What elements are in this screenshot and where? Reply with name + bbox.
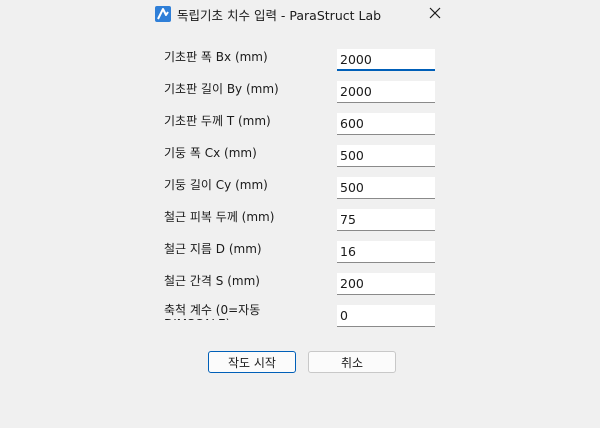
field-label: 기초판 길이 By (mm) (164, 82, 279, 96)
app-logo-icon (155, 6, 171, 22)
field-row-diameter: 철근 지름 D (mm) (145, 241, 451, 265)
field-row-t: 기초판 두께 T (mm) (145, 113, 451, 137)
field-row-scale: 축척 계수 (0=자동 DIMSCALE) (145, 303, 451, 329)
bx-input[interactable] (337, 49, 435, 71)
by-input[interactable] (337, 81, 435, 103)
field-row-cy: 기둥 길이 Cy (mm) (145, 177, 451, 201)
field-label: 철근 지름 D (mm) (164, 242, 262, 256)
cancel-button[interactable]: 취소 (308, 351, 396, 373)
field-label: 기둥 길이 Cy (mm) (164, 178, 268, 192)
field-label: 기둥 폭 Cx (mm) (164, 146, 257, 160)
cover-input[interactable] (337, 209, 435, 231)
field-row-cx: 기둥 폭 Cx (mm) (145, 145, 451, 169)
start-drawing-button[interactable]: 작도 시작 (208, 351, 296, 373)
close-button[interactable] (419, 2, 451, 24)
close-icon (429, 7, 441, 19)
dialog-window: 독립기초 치수 입력 - ParaStruct Lab 기초판 폭 Bx (mm… (145, 0, 451, 428)
scale-input[interactable] (337, 305, 435, 327)
field-label: 기초판 폭 Bx (mm) (164, 50, 268, 64)
cy-input[interactable] (337, 177, 435, 199)
field-label: 축척 계수 (0=자동 DIMSCALE) (164, 303, 261, 320)
field-row-cover: 철근 피복 두께 (mm) (145, 209, 451, 233)
window-title: 독립기초 치수 입력 - ParaStruct Lab (177, 8, 382, 23)
field-row-bx: 기초판 폭 Bx (mm) (145, 49, 451, 73)
field-label: 철근 간격 S (mm) (164, 274, 260, 288)
field-row-by: 기초판 길이 By (mm) (145, 81, 451, 105)
diameter-input[interactable] (337, 241, 435, 263)
field-label: 철근 피복 두께 (mm) (164, 210, 275, 224)
thickness-input[interactable] (337, 113, 435, 135)
spacing-input[interactable] (337, 273, 435, 295)
field-label: 기초판 두께 T (mm) (164, 114, 271, 128)
title-bar[interactable]: 독립기초 치수 입력 - ParaStruct Lab (145, 0, 451, 26)
field-row-spacing: 철근 간격 S (mm) (145, 273, 451, 297)
cx-input[interactable] (337, 145, 435, 167)
